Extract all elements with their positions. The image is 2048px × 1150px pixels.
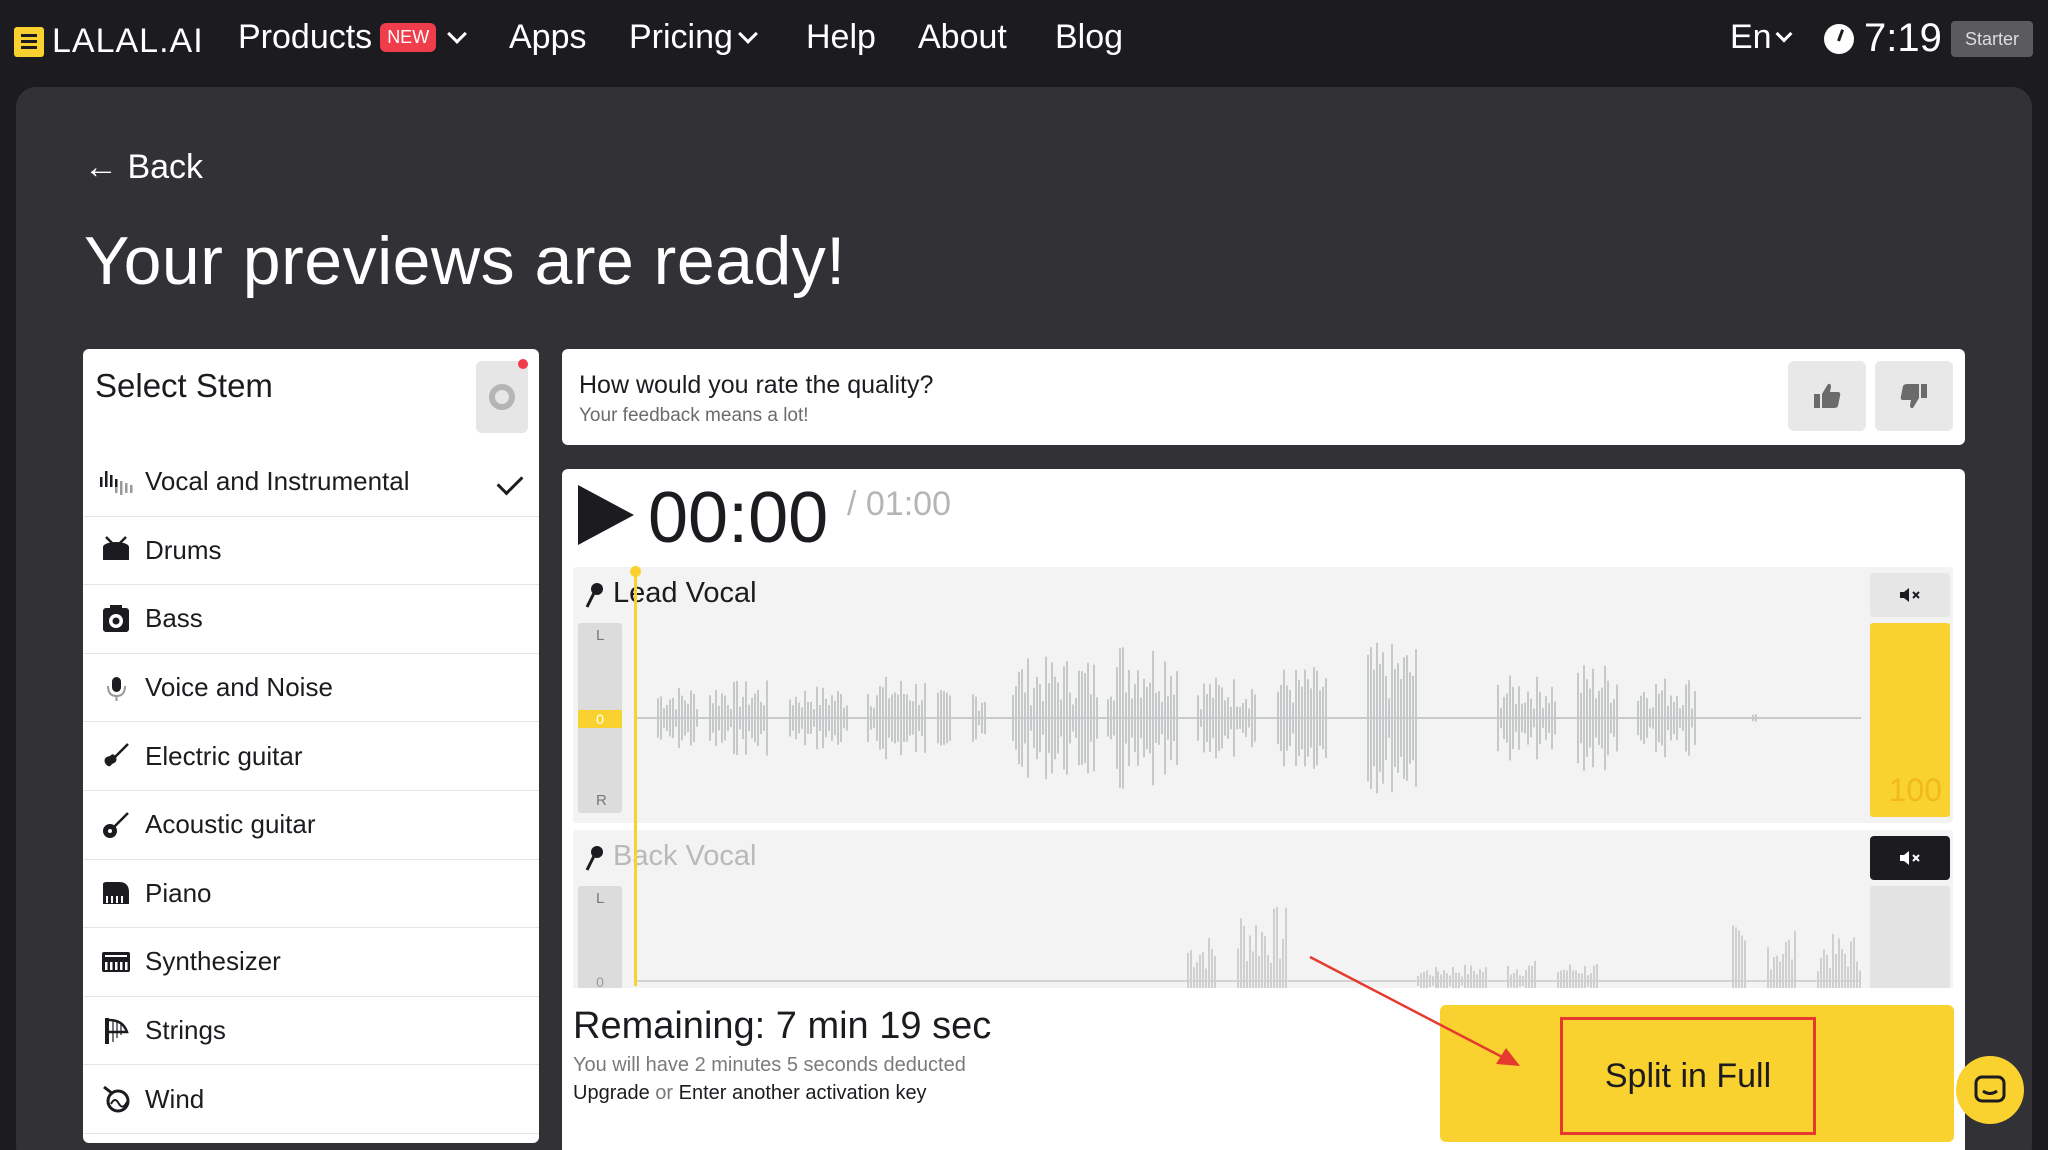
stem-selector-title: Select Stem	[95, 367, 273, 404]
play-icon[interactable]	[578, 485, 634, 545]
language-selector[interactable]: En	[1730, 18, 1793, 57]
plan-badge[interactable]: Starter	[1951, 21, 2033, 57]
timer-icon	[1824, 23, 1854, 54]
electric-guitar-icon	[99, 739, 133, 773]
thumbs-up-icon	[1814, 383, 1841, 408]
quality-feedback: How would you rate the quality? Your fee…	[562, 349, 1965, 445]
chevron-down-icon	[1775, 25, 1793, 42]
stem-item-label: Strings	[145, 1015, 226, 1046]
speaker-mute-icon	[1900, 588, 1920, 602]
back-link[interactable]: ← Back	[84, 148, 203, 187]
stem-selector: Select Stem Vocal and Instrumental Drums…	[83, 349, 539, 1143]
thumbs-up-button[interactable]	[1788, 361, 1866, 431]
total-time: / 01:00	[847, 485, 951, 523]
stem-item-label: Synthesizer	[145, 946, 281, 977]
feedback-question: How would you rate the quality?	[579, 371, 934, 399]
drum-icon	[99, 533, 133, 567]
synthesizer-icon	[99, 945, 133, 979]
logo-mark-icon	[14, 26, 44, 57]
gear-icon	[489, 384, 515, 410]
stem-list: Vocal and Instrumental Drums Bass Voice …	[83, 448, 539, 1134]
pan-right-label: R	[596, 792, 607, 809]
logo-text: LALAL.AI	[52, 22, 204, 60]
volume-value: 100	[1888, 772, 1942, 808]
stem-settings-button[interactable]	[476, 359, 528, 433]
remaining-time-label: 7:19	[1864, 16, 1942, 60]
nav-pricing-label: Pricing	[629, 18, 733, 56]
stem-item-label: Voice and Noise	[145, 672, 333, 703]
waveform-icon	[99, 465, 133, 499]
nav-blog[interactable]: Blog	[1055, 18, 1123, 57]
pan-left-label: L	[596, 890, 605, 907]
speaker-mute-icon	[1900, 851, 1920, 865]
feedback-subtitle: Your feedback means a lot!	[579, 405, 809, 426]
stem-item-electric-guitar[interactable]: Electric guitar	[83, 722, 539, 791]
split-in-full-label: Split in Full	[1560, 1017, 1816, 1135]
piano-icon	[99, 876, 133, 910]
notification-dot	[518, 359, 528, 369]
stem-item-label: Piano	[145, 877, 212, 908]
upgrade-link[interactable]: Upgrade	[573, 1082, 650, 1104]
deduction-note: You will have 2 minutes 5 seconds deduct…	[573, 1054, 966, 1076]
check-icon	[496, 468, 524, 496]
chat-icon	[1974, 1075, 2006, 1103]
nav-apps[interactable]: Apps	[509, 18, 587, 57]
stem-item-vocal-instrumental[interactable]: Vocal and Instrumental	[83, 448, 539, 517]
stem-item-label: Wind	[145, 1083, 205, 1114]
stem-item-label: Vocal and Instrumental	[145, 466, 410, 497]
chevron-down-icon	[447, 23, 468, 44]
horn-icon	[99, 1082, 133, 1116]
nav-pricing[interactable]: Pricing	[629, 18, 758, 57]
stem-item-label: Drums	[145, 534, 222, 565]
upgrade-line: Upgrade or Enter another activation key	[573, 1082, 927, 1105]
or-text: or	[655, 1082, 674, 1104]
stem-item-label: Electric guitar	[145, 740, 303, 771]
stem-item-drums[interactable]: Drums	[83, 517, 539, 586]
nav-about[interactable]: About	[918, 18, 1007, 57]
nav-products[interactable]: Products NEW	[238, 18, 468, 57]
chevron-down-icon	[738, 23, 758, 44]
stem-item-bass[interactable]: Bass	[83, 585, 539, 654]
top-nav: LALAL.AI Products NEW Apps Pricing Help …	[0, 0, 2048, 80]
stem-item-label: Bass	[145, 603, 203, 634]
waveform-lead-vocal	[637, 642, 1861, 794]
mute-button[interactable]	[1870, 573, 1950, 617]
activation-key-link[interactable]: Enter another activation key	[679, 1082, 927, 1104]
stem-item-voice-noise[interactable]: Voice and Noise	[83, 654, 539, 723]
track-lead-vocal: Lead Vocal L 0 R 100	[573, 567, 1953, 823]
pan-meter[interactable]: L 0 R	[578, 623, 622, 813]
stem-item-label: Acoustic guitar	[145, 809, 316, 840]
stem-item-acoustic-guitar[interactable]: Acoustic guitar	[83, 791, 539, 860]
thumbs-down-button[interactable]	[1875, 361, 1953, 431]
stem-item-synthesizer[interactable]: Synthesizer	[83, 928, 539, 997]
stem-item-strings[interactable]: Strings	[83, 997, 539, 1066]
stem-item-wind[interactable]: Wind	[83, 1065, 539, 1134]
volume-slider[interactable]: 100	[1870, 623, 1950, 817]
remaining-time[interactable]: 7:19	[1824, 16, 1942, 61]
playhead[interactable]	[630, 566, 641, 986]
microphone-icon	[585, 846, 603, 871]
nav-products-label: Products	[238, 18, 373, 56]
mute-button-active[interactable]	[1870, 836, 1950, 880]
current-time: 00:00	[648, 478, 829, 558]
bass-amp-icon	[99, 602, 133, 636]
logo[interactable]: LALAL.AI	[14, 22, 204, 61]
page-title: Your previews are ready!	[84, 223, 846, 299]
pan-zero-label: 0	[578, 710, 622, 728]
chat-button[interactable]	[1956, 1056, 2024, 1124]
new-badge: NEW	[380, 23, 437, 52]
harp-icon	[99, 1014, 133, 1048]
acoustic-guitar-icon	[99, 808, 133, 842]
nav-help[interactable]: Help	[806, 18, 876, 57]
microphone-icon	[585, 583, 603, 608]
language-label: En	[1730, 18, 1772, 56]
remaining-time-summary: Remaining: 7 min 19 sec	[573, 1005, 992, 1047]
thumbs-down-icon	[1900, 384, 1927, 409]
stem-item-piano[interactable]: Piano	[83, 860, 539, 929]
pan-left-label: L	[596, 627, 605, 644]
microphone-icon	[99, 671, 133, 705]
